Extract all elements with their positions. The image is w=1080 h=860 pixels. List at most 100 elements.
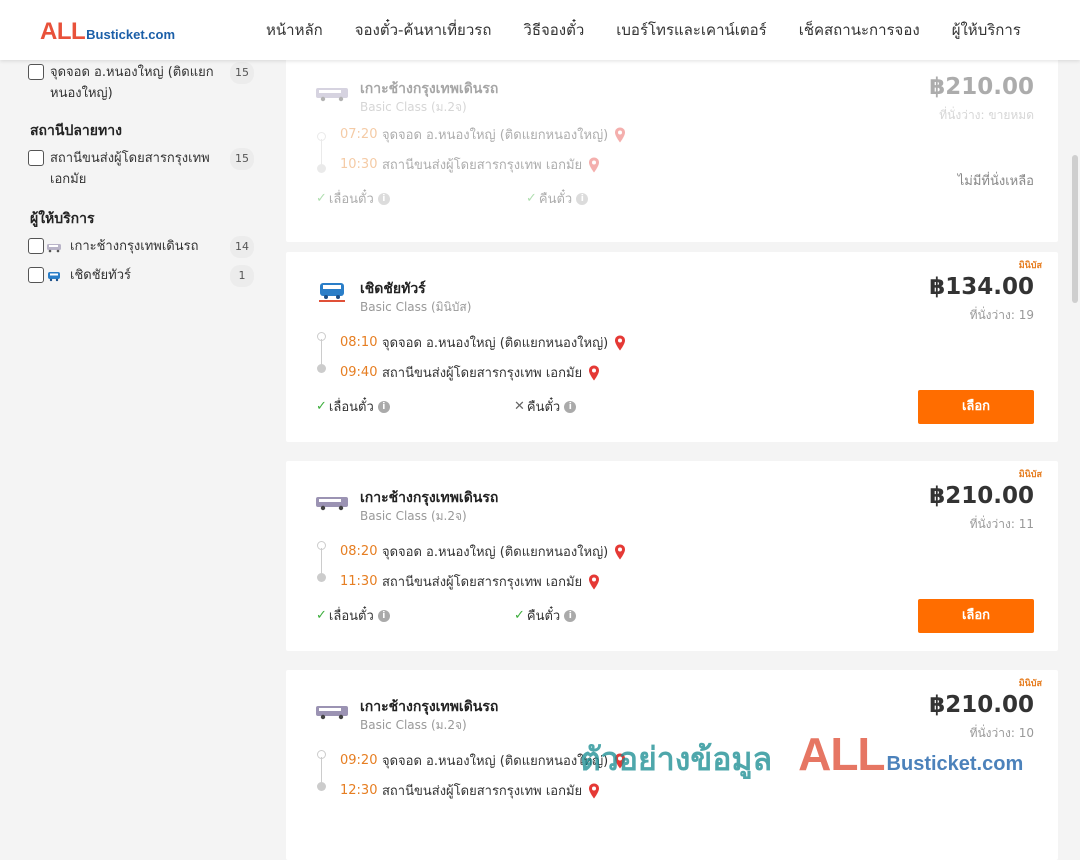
bus-logo-icon — [47, 244, 61, 253]
filter-checkbox[interactable] — [28, 64, 44, 80]
minibus-badge: มินิบัส — [1018, 261, 1042, 271]
page-scrollbar[interactable] — [1072, 155, 1078, 303]
operator-logo-icon — [316, 706, 348, 720]
trip-card: มินิบัส เชิดชัยทัวร์ Basic Class (มินิบั… — [286, 252, 1058, 442]
info-icon[interactable]: i — [377, 400, 390, 413]
feature-label: เลื่อนตั๋ว — [328, 400, 374, 415]
departure-place: จุดจอด อ.หนองใหญ่ (ติดแยกหนองใหญ่) — [382, 336, 609, 351]
departure-time: 09:20 — [340, 753, 378, 768]
filter-operator-kohchang[interactable]: เกาะช้างกรุงเทพเดินรถ 14 — [28, 236, 254, 258]
watermark-text: ตัวอย่างข้อมูล — [580, 740, 773, 778]
sample-data-watermark: ตัวอย่างข้อมูล ALL Busticket.com — [580, 727, 1023, 785]
feature-refund-ticket: ✓ คืนตั๋ว i — [526, 188, 589, 209]
arrival-stop: 11:30 สถานีขนส่งผู้โดยสารกรุงเทพ เอกมัย — [340, 571, 600, 592]
departure-stop: 07:20 จุดจอด อ.หนองใหญ่ (ติดแยกหนองใหญ่) — [340, 124, 626, 145]
site-logo[interactable]: ALL Busticket.com — [40, 18, 175, 46]
nav-phone-counter[interactable]: เบอร์โทรและเคาน์เตอร์ — [616, 18, 766, 42]
trip-price: ฿210.00 — [929, 483, 1034, 509]
timeline-line — [321, 139, 322, 165]
filter-dest-ekkamai[interactable]: สถานีขนส่งผู้โดยสารกรุงเทพ เอกมัย 15 — [28, 148, 254, 190]
timeline-line — [321, 757, 322, 783]
select-trip-button[interactable]: เลือก — [918, 390, 1034, 424]
cross-icon: ✕ — [514, 399, 525, 414]
filter-origin-nongyai[interactable]: จุดจอด อ.หนองใหญ่ (ติดแยกหนองใหญ่) 15 — [28, 62, 254, 104]
top-header: ALL Busticket.com หน้าหลัก จองตั๋ว-ค้นหา… — [0, 0, 1080, 60]
feature-change-ticket: ✓ เลื่อนตั๋ว i — [316, 605, 390, 626]
no-seats-status: ไม่มีที่นั่งเหลือ — [957, 174, 1034, 189]
operator-name: เกาะช้างกรุงเทพเดินรถ — [360, 699, 499, 715]
filter-checkbox[interactable] — [28, 150, 44, 166]
arrival-place: สถานีขนส่งผู้โดยสารกรุงเทพ เอกมัย — [382, 575, 583, 590]
arrival-place: สถานีขนส่งผู้โดยสารกรุงเทพ เอกมัย — [382, 784, 583, 799]
logo-all-text: ALL — [40, 18, 86, 45]
operator-logo-icon — [319, 283, 345, 302]
departure-stop: 08:10 จุดจอด อ.หนองใหญ่ (ติดแยกหนองใหญ่) — [340, 332, 626, 353]
check-icon: ✓ — [526, 191, 537, 206]
map-pin-icon[interactable] — [614, 544, 626, 560]
timeline-line — [321, 548, 322, 574]
minibus-badge: มินิบัส — [1018, 679, 1042, 689]
trip-price: ฿210.00 — [929, 692, 1034, 718]
select-trip-button[interactable]: เลือก — [918, 599, 1034, 633]
info-icon[interactable]: i — [576, 192, 589, 205]
filter-label: เกาะช้างกรุงเทพเดินรถ — [70, 239, 199, 254]
seats-available: ที่นั่งว่าง: 19 — [969, 308, 1034, 322]
filter-checkbox[interactable] — [28, 267, 44, 283]
arrival-stop: 10:30 สถานีขนส่งผู้โดยสารกรุงเทพ เอกมัย — [340, 154, 600, 175]
map-pin-icon[interactable] — [614, 335, 626, 351]
filter-label: จุดจอด อ.หนองใหญ่ (ติดแยกหนองใหญ่) — [50, 65, 214, 101]
bus-class: Basic Class (ม.2จ) — [360, 509, 467, 523]
map-pin-icon[interactable] — [588, 574, 600, 590]
check-icon: ✓ — [316, 608, 327, 623]
feature-label: คืนตั๋ว — [538, 192, 573, 207]
bus-logo-icon — [48, 272, 60, 282]
map-pin-icon[interactable] — [614, 127, 626, 143]
filter-checkbox[interactable] — [28, 238, 44, 254]
feature-change-ticket: ✓ เลื่อนตั๋ว i — [316, 188, 390, 209]
info-icon[interactable]: i — [377, 609, 390, 622]
feature-label: คืนตั๋ว — [526, 609, 561, 624]
arrival-stop: 09:40 สถานีขนส่งผู้โดยสารกรุงเทพ เอกมัย — [340, 362, 600, 383]
filter-count-badge: 15 — [230, 62, 254, 84]
departure-place: จุดจอด อ.หนองใหญ่ (ติดแยกหนองใหญ่) — [382, 545, 609, 560]
filter-operator-cherdchai[interactable]: เชิดชัยทัวร์ 1 — [28, 265, 254, 287]
arrival-stop: 12:30 สถานีขนส่งผู้โดยสารกรุงเทพ เอกมัย — [340, 780, 600, 801]
info-icon[interactable]: i — [564, 400, 577, 413]
nav-how-to-book[interactable]: วิธีจองตั๋ว — [523, 18, 584, 42]
check-icon: ✓ — [514, 608, 525, 623]
info-icon[interactable]: i — [377, 192, 390, 205]
check-icon: ✓ — [316, 191, 327, 206]
timeline-end-dot — [317, 364, 326, 373]
filter-count-badge: 15 — [230, 148, 254, 170]
nav-home[interactable]: หน้าหลัก — [266, 18, 323, 42]
timeline-line — [321, 339, 322, 365]
map-pin-icon[interactable] — [588, 157, 600, 173]
nav-book-search[interactable]: จองตั๋ว-ค้นหาเที่ยวรถ — [355, 18, 492, 42]
filter-count-badge: 1 — [230, 265, 254, 287]
nav-operators[interactable]: ผู้ให้บริการ — [952, 18, 1021, 42]
filter-title-destination: สถานีปลายทาง — [30, 123, 122, 139]
trip-card: เกาะช้างกรุงเทพเดินรถ Basic Class (ม.2จ)… — [286, 52, 1058, 242]
arrival-time: 11:30 — [340, 574, 378, 589]
info-icon[interactable]: i — [564, 609, 577, 622]
arrival-time: 09:40 — [340, 365, 378, 380]
arrival-time: 12:30 — [340, 783, 378, 798]
watermark-logo-all: ALL — [798, 728, 885, 780]
filter-label: สถานีขนส่งผู้โดยสารกรุงเทพ เอกมัย — [50, 151, 210, 187]
operator-name: เชิดชัยทัวร์ — [360, 281, 426, 297]
arrival-place: สถานีขนส่งผู้โดยสารกรุงเทพ เอกมัย — [382, 366, 583, 381]
operator-logo-icon — [316, 88, 348, 102]
feature-label: เลื่อนตั๋ว — [328, 609, 374, 624]
logo-busticket-text: Busticket.com — [86, 27, 176, 42]
map-pin-icon[interactable] — [588, 365, 600, 381]
main-nav: หน้าหลัก จองตั๋ว-ค้นหาเที่ยวรถ วิธีจองตั… — [250, 0, 1037, 60]
arrival-time: 10:30 — [340, 157, 378, 172]
nav-check-booking[interactable]: เช็คสถานะการจอง — [799, 18, 920, 42]
check-icon: ✓ — [316, 399, 327, 414]
departure-stop: 08:20 จุดจอด อ.หนองใหญ่ (ติดแยกหนองใหญ่) — [340, 541, 626, 562]
departure-place: จุดจอด อ.หนองใหญ่ (ติดแยกหนองใหญ่) — [382, 128, 609, 143]
filter-count-badge: 14 — [230, 236, 254, 258]
trip-card: มินิบัส เกาะช้างกรุงเทพเดินรถ Basic Clas… — [286, 461, 1058, 651]
filter-sidebar: จุดจอด อ.หนองใหญ่ (ติดแยกหนองใหญ่) 15 สถ… — [0, 60, 270, 800]
trip-price: ฿210.00 — [929, 74, 1034, 100]
